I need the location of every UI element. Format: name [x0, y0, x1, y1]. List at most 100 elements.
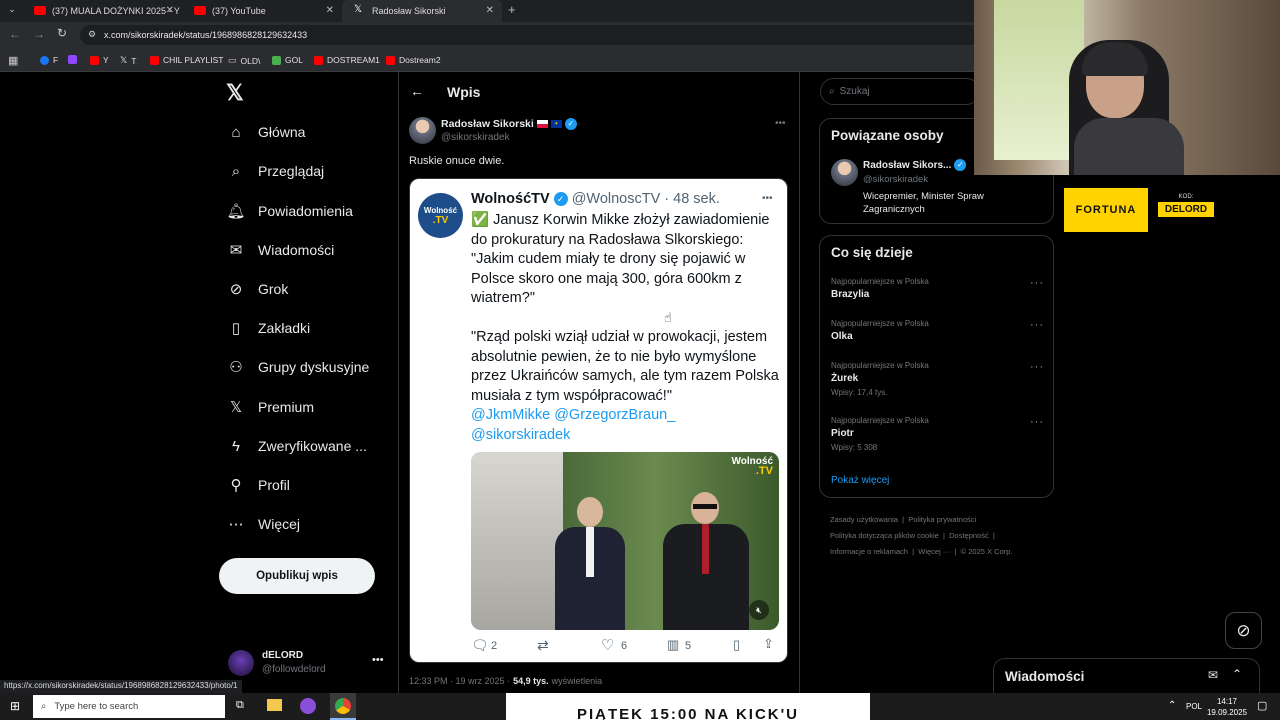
nav-item-bookmarks[interactable]: ▯ Zakładki: [227, 319, 310, 337]
bookmark-item[interactable]: Y: [90, 55, 109, 65]
avatar[interactable]: [409, 117, 436, 144]
nav-item-home[interactable]: ⌂ Główna: [227, 123, 305, 141]
trend-item[interactable]: Najpopularniejsze w Polska Piotr Wpisy: …: [831, 416, 1046, 452]
trend-item[interactable]: Najpopularniejsze w Polska Żurek Wpisy: …: [831, 361, 1046, 397]
bookmark-item[interactable]: CHIL PLAYLIST: [150, 55, 223, 65]
site-info-icon[interactable]: ⚙: [88, 29, 96, 40]
footer-link[interactable]: Polityka dotycząca plików cookie: [830, 531, 939, 540]
footer-link[interactable]: Więcej ···: [918, 547, 950, 556]
nav-item-verified-orgs[interactable]: ϟ Zweryfikowane ...: [227, 437, 367, 455]
post-timestamp: 12:33 PM · 19 wrz 2025 ·: [409, 676, 511, 686]
messages-drawer[interactable]: Wiadomości ✉ ⌃: [993, 658, 1260, 696]
grok-float-button[interactable]: ⊘: [1225, 612, 1262, 649]
back-arrow-icon[interactable]: ←: [410, 83, 424, 99]
x-logo-icon: 𝕏: [354, 4, 363, 15]
trend-item[interactable]: Najpopularniejsze w Polska Olka ···: [831, 319, 1046, 342]
quoted-paragraph-1: ✅ Janusz Korwin Mikke złożył zawiadomien…: [471, 212, 770, 306]
author-name-row[interactable]: Radosław Sikorski ✦ ✓: [441, 118, 577, 130]
url-field[interactable]: ⚙ x.com/sikorskiradek/status/19689868281…: [80, 25, 980, 45]
nav-item-more[interactable]: ⋯ Więcej: [227, 515, 301, 533]
bookmark-item[interactable]: 𝕏T: [120, 55, 136, 66]
verified-badge-icon: ✓: [553, 192, 568, 206]
footer-link[interactable]: Dostępność: [949, 531, 989, 540]
footer-link[interactable]: Informacje o reklamach: [830, 547, 908, 556]
chrome-icon[interactable]: [330, 693, 356, 720]
bookmark-folder[interactable]: ▭ OLD\: [228, 55, 260, 66]
tab-youtube-2[interactable]: (37) YouTube ✕: [182, 0, 342, 22]
building-wall: [471, 452, 563, 630]
poland-flag-icon: [536, 120, 548, 128]
taskbar-search-field[interactable]: ⌕ Type here to search: [33, 695, 225, 718]
more-icon[interactable]: ···: [1030, 416, 1044, 428]
footer-link[interactable]: Zasady użytkowania: [830, 515, 898, 524]
nav-item-grok[interactable]: ⊘ Grok: [227, 280, 289, 298]
taskbar: ⊞ ⌕ Type here to search ⧉ PIĄTEK 15:00 N…: [0, 693, 1280, 720]
nav-item-profile[interactable]: ⚲ Profil: [227, 476, 290, 494]
new-tab-button[interactable]: +: [508, 2, 516, 17]
home-icon: ⌂: [231, 123, 241, 141]
related-name-row[interactable]: Radosław Sikors... ✓: [863, 159, 967, 171]
verified-badge-icon: ✓: [564, 118, 577, 130]
close-tab-icon[interactable]: ✕: [326, 5, 334, 16]
tab-youtube-1[interactable]: (37) MUALA DOŻYNKI 2025 - Y ✕: [22, 0, 182, 22]
quoted-header: WolnośćTV ✓ @WolnoscTV · 48 sek.: [471, 191, 720, 207]
nav-item-communities[interactable]: ⚇ Grupy dyskusyjne: [227, 358, 369, 376]
nav-item-explore[interactable]: ⌕ Przeglądaj: [227, 162, 324, 180]
file-explorer-icon[interactable]: [267, 699, 282, 711]
post-more-icon[interactable]: •••: [775, 118, 786, 129]
account-switcher[interactable]: dELORD @followdelord •••: [228, 648, 388, 680]
forward-icon[interactable]: →: [33, 27, 45, 41]
quoted-mentions-2: @sikorskiradek: [471, 427, 571, 443]
footer-link[interactable]: Polityka prywatności: [908, 515, 976, 524]
show-more-link[interactable]: Pokaż więcej: [831, 475, 889, 486]
tab-active-x[interactable]: 𝕏 Radosław Sikorski ✕: [342, 0, 502, 22]
x-logo-icon: 𝕏: [120, 55, 128, 65]
x-logo-icon[interactable]: 𝕏: [226, 80, 244, 106]
expand-icon[interactable]: ⌃: [1232, 667, 1242, 681]
search-input[interactable]: ⌕ Szukaj: [820, 78, 980, 105]
mute-icon: 🔇︎: [749, 600, 769, 620]
youtube-icon: [34, 6, 46, 15]
more-icon: •••: [762, 193, 773, 204]
more-icon[interactable]: ···: [1030, 361, 1044, 373]
promo-code-value: DELORD: [1158, 202, 1214, 217]
start-icon[interactable]: ⊞: [10, 699, 20, 713]
clock-time: 14:17: [1216, 697, 1238, 706]
new-message-icon[interactable]: ✉: [1208, 668, 1218, 682]
trend-item[interactable]: Najpopularniejsze w Polska Brazylia ···: [831, 277, 1046, 300]
notifications-icon[interactable]: ▢: [1257, 699, 1267, 712]
bookmark-item[interactable]: Dostream2: [386, 55, 441, 65]
back-icon[interactable]: ←: [9, 27, 21, 41]
person-right: [663, 492, 749, 630]
more-icon[interactable]: •••: [372, 654, 384, 666]
twitch-icon: [68, 55, 77, 64]
tray-chevron-icon[interactable]: ⌃: [1168, 700, 1176, 711]
nav-item-notifications[interactable]: 🔔︎ Powiadomienia: [226, 202, 352, 220]
reload-icon[interactable]: ↻: [57, 26, 67, 40]
task-view-icon[interactable]: ⧉: [236, 699, 244, 712]
clock[interactable]: 14:17 19.09.2025: [1206, 696, 1248, 718]
nav-item-messages[interactable]: ✉ Wiadomości: [227, 241, 335, 259]
bookmark-item[interactable]: F: [40, 55, 58, 65]
webcam-overlay: [974, 0, 1280, 175]
apps-grid-icon[interactable]: ▦: [8, 54, 18, 67]
trend-name: Żurek: [831, 373, 859, 384]
more-icon[interactable]: ···: [1030, 319, 1044, 331]
bookmark-item[interactable]: [68, 55, 77, 64]
close-tab-icon[interactable]: ✕: [166, 5, 174, 16]
nav-item-premium[interactable]: 𝕏 Premium: [227, 398, 314, 416]
trend-posts: Wpisy: 17,4 tys.: [831, 388, 888, 397]
bookmark-item[interactable]: GOL: [272, 55, 303, 65]
bookmark-item[interactable]: DOSTREAM1: [314, 55, 380, 65]
language-indicator[interactable]: POL: [1186, 702, 1202, 711]
avatar[interactable]: [831, 159, 858, 186]
close-tab-icon[interactable]: ✕: [486, 5, 494, 16]
youtube-icon: [386, 55, 395, 65]
post-button[interactable]: Opublikuj wpis: [219, 558, 375, 594]
more-icon[interactable]: ···: [1030, 277, 1044, 289]
app-icon[interactable]: [300, 698, 316, 714]
account-name: dELORD: [262, 650, 304, 661]
quoted-tweet-image[interactable]: Wolność .TV WolnośćTV ✓ @WolnoscTV · 48 …: [409, 178, 788, 663]
youtube-icon: [194, 6, 206, 15]
tab-list-button[interactable]: ⌄: [4, 4, 20, 18]
